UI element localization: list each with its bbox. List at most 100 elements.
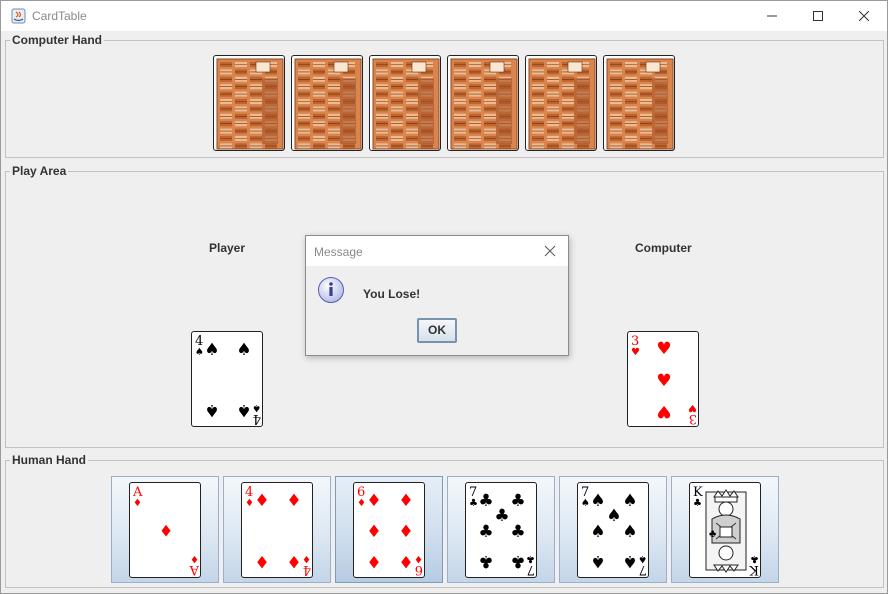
- java-app-icon: [11, 8, 26, 24]
- card-face: 4♠4♠♠ ♠♠ ♠: [195, 334, 261, 426]
- card-face: 6♦6♦♦ ♦♦ ♦♦ ♦: [357, 485, 423, 577]
- card-suit-icon: ♣: [750, 553, 759, 564]
- card-suit-icon: ♠: [638, 553, 647, 564]
- minimize-icon: [767, 15, 777, 17]
- card-suit-icon: ♦: [245, 498, 254, 509]
- human-card: A ♦ A ♦ ♦: [129, 482, 201, 578]
- card-suit-icon: ♠: [252, 402, 261, 413]
- card-suit-icon: ♠: [195, 347, 204, 358]
- card-pip-icon: ♥: [656, 371, 671, 391]
- maximize-button[interactable]: [795, 1, 841, 31]
- card-pip-icon: ♣: [478, 551, 493, 571]
- card-pip-icon: ♠: [204, 340, 219, 360]
- app-window: CardTable Computer Hand Play Area Player…: [0, 0, 888, 594]
- card-face: 7♠7♠♠ ♠♠♠ ♠♠ ♠: [581, 485, 647, 577]
- human-card-button[interactable]: K ♣ K ♣ ♣: [671, 476, 779, 583]
- close-icon: [859, 11, 869, 21]
- card-pip-icon: ♠: [590, 551, 605, 571]
- card-pip-icon: ♠: [622, 522, 637, 542]
- card-suit-icon: ♦: [190, 553, 199, 564]
- close-icon: [544, 245, 556, 257]
- human-card-button[interactable]: A ♦ A ♦ ♦: [111, 476, 219, 583]
- card-pip-icon: ♥: [656, 401, 671, 421]
- card-back-pattern: [606, 58, 674, 150]
- card-pip-icon: ♣: [478, 491, 493, 511]
- message-dialog: Message You Lose! OK: [305, 235, 569, 356]
- computer-card-back: [603, 55, 675, 151]
- computer-card-back: [525, 55, 597, 151]
- card-face: K♣K♣ ♣: [693, 485, 759, 577]
- card-pip-icon: ♦: [286, 551, 301, 571]
- computer-card-back: [291, 55, 363, 151]
- human-hand-label: Human Hand: [10, 453, 89, 467]
- human-card-button[interactable]: 7 ♠ 7 ♠ ♠ ♠ ♠ ♠ ♠ ♠ ♠: [559, 476, 667, 583]
- card-suit-icon: ♦: [414, 553, 423, 564]
- card-pip-icon: ♣: [510, 551, 525, 571]
- card-suit-icon: ♣: [526, 553, 535, 564]
- card-pip-icon: ♦: [398, 551, 413, 571]
- card-suit-icon: ♦: [357, 498, 366, 509]
- card-pip-icon: ♠: [590, 522, 605, 542]
- ok-button[interactable]: OK: [417, 318, 457, 343]
- card-back-pattern: [528, 58, 596, 150]
- card-pip-icon: ♣: [494, 506, 509, 526]
- svg-text:♣: ♣: [709, 528, 716, 540]
- card-suit-icon: ♠: [581, 498, 590, 509]
- card-pip-icon: ♦: [398, 491, 413, 511]
- card-back-pattern: [450, 58, 518, 150]
- card-back-pattern: [294, 58, 362, 150]
- dialog-message: You Lose!: [363, 287, 421, 301]
- card-pip-icon: ♦: [286, 491, 301, 511]
- card-suit-icon: ♣: [693, 498, 702, 509]
- computer-card-back: [447, 55, 519, 151]
- dialog-title-bar[interactable]: Message: [306, 236, 568, 266]
- dialog-close-button[interactable]: [542, 243, 558, 259]
- human-card: 4 ♦ 4 ♦ ♦ ♦ ♦ ♦: [241, 482, 313, 578]
- card-pip-icon: ♦: [366, 491, 381, 511]
- computer-hand-panel: Computer Hand: [5, 33, 884, 158]
- human-card-button[interactable]: 4 ♦ 4 ♦ ♦ ♦ ♦ ♦: [223, 476, 331, 583]
- minimize-button[interactable]: [749, 1, 795, 31]
- close-button[interactable]: [841, 1, 887, 31]
- card-suit-icon: ♣: [469, 498, 478, 509]
- card-pip-icon: ♦: [254, 551, 269, 571]
- human-card: 7 ♣ 7 ♣ ♣ ♣ ♣ ♣ ♣ ♣ ♣: [465, 482, 537, 578]
- player-played-card: 4 ♠ 4 ♠ ♠ ♠ ♠ ♠: [191, 331, 263, 427]
- card-suit-icon: ♦: [302, 553, 311, 564]
- card-pip-icon: ♠: [622, 551, 637, 571]
- computer-card-back: [369, 55, 441, 151]
- window-title: CardTable: [32, 9, 87, 23]
- king-figure-icon: ♣: [705, 489, 747, 573]
- human-card: 6 ♦ 6 ♦ ♦ ♦ ♦ ♦ ♦ ♦: [353, 482, 425, 578]
- card-pip-icon: ♠: [236, 340, 251, 360]
- computer-card-back: [213, 55, 285, 151]
- card-pip-icon: ♦: [366, 551, 381, 571]
- human-card: K ♣ K ♣ ♣: [689, 482, 761, 578]
- card-back-pattern: [216, 58, 284, 150]
- card-suit-icon: ♦: [133, 498, 142, 509]
- player-label: Player: [209, 241, 246, 255]
- human-card: 7 ♠ 7 ♠ ♠ ♠ ♠ ♠ ♠ ♠ ♠: [577, 482, 649, 578]
- play-area-label: Play Area: [10, 164, 69, 178]
- title-bar[interactable]: CardTable: [1, 1, 887, 31]
- card-face: 4♦4♦♦ ♦♦ ♦: [245, 485, 311, 577]
- card-suit-icon: ♥: [631, 347, 640, 358]
- card-pip-icon: ♣: [478, 522, 493, 542]
- card-pip-icon: ♠: [236, 400, 251, 420]
- maximize-icon: [813, 11, 823, 21]
- card-pip-icon: ♣: [510, 491, 525, 511]
- card-suit-icon: ♥: [688, 402, 697, 413]
- info-icon: [318, 277, 344, 303]
- human-card-button[interactable]: 7 ♣ 7 ♣ ♣ ♣ ♣ ♣ ♣ ♣ ♣: [447, 476, 555, 583]
- computer-label: Computer: [635, 241, 692, 255]
- card-pip-icon: ♦: [254, 491, 269, 511]
- card-face: A♦A♦♦: [132, 485, 200, 577]
- computer-hand-label: Computer Hand: [10, 33, 104, 47]
- card-face: 7♣7♣♣ ♣♣♣ ♣♣ ♣: [469, 485, 535, 577]
- human-card-button[interactable]: 6 ♦ 6 ♦ ♦ ♦ ♦ ♦ ♦ ♦: [335, 476, 443, 583]
- dialog-title: Message: [314, 245, 363, 259]
- card-pip-icon: ♦: [159, 522, 173, 541]
- computer-played-card: 3 ♥ 3 ♥ ♥ ♥ ♥: [627, 331, 699, 427]
- card-pip-icon: ♠: [590, 491, 605, 511]
- card-pip-icon: ♠: [622, 491, 637, 511]
